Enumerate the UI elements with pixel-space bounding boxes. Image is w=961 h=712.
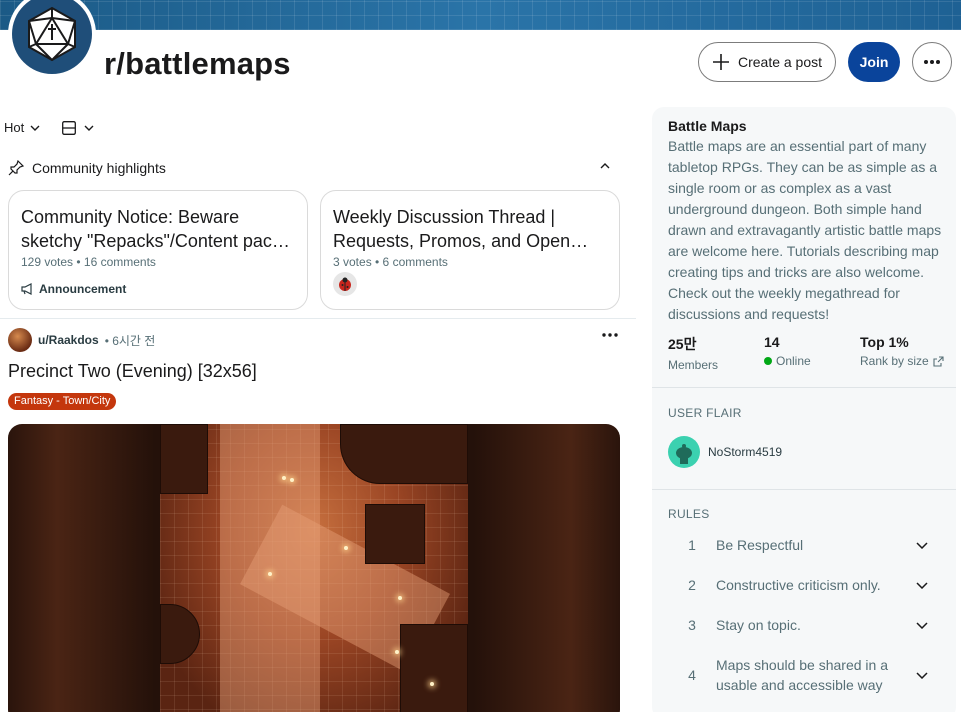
post-meta: u/Raakdos • 6시간 전 <box>8 328 155 352</box>
map-lamp <box>395 650 399 654</box>
subreddit-banner <box>0 0 961 30</box>
online-label: Online <box>776 354 811 368</box>
create-post-label: Create a post <box>737 54 823 70</box>
announcement-label: Announcement <box>39 282 127 296</box>
megaphone-icon <box>21 283 32 295</box>
sort-dropdown[interactable]: Hot <box>4 120 40 135</box>
highlight-title-line: Community Notice: Beware <box>21 207 240 227</box>
map-lamp <box>430 682 434 686</box>
post-title[interactable]: Precinct Two (Evening) [32x56] <box>8 361 257 382</box>
members-stat: 25만 Members <box>668 334 718 372</box>
chevron-down-icon <box>916 581 928 589</box>
rule-item[interactable]: 3 Stay on topic. <box>668 615 956 635</box>
map-lamp <box>290 478 294 482</box>
post-options-icon[interactable] <box>602 332 618 338</box>
map-building <box>160 604 200 664</box>
sidebar-divider <box>652 387 956 388</box>
rule-number: 1 <box>688 537 696 553</box>
highlight-title-line: sketchy "Repacks"/Content pac… <box>21 231 290 251</box>
user-flair-heading: USER FLAIR <box>668 406 742 420</box>
more-options-button[interactable] <box>912 42 952 82</box>
sort-label: Hot <box>4 120 25 135</box>
highlight-card-weekly-discussion[interactable]: Weekly Discussion Thread | Requests, Pro… <box>320 190 620 310</box>
rule-number: 3 <box>688 617 696 633</box>
d20-icon <box>12 0 92 74</box>
rules-heading: RULES <box>668 507 710 521</box>
community-name: Battle Maps <box>668 118 747 134</box>
post-flair[interactable]: Fantasy - Town/City <box>8 393 117 410</box>
rule-item[interactable]: 1 Be Respectful <box>668 535 956 555</box>
rank-stat[interactable]: Top 1% Rank by size <box>860 334 944 368</box>
chevron-down-icon <box>84 125 94 131</box>
feed-divider <box>0 318 636 319</box>
rule-text: Maps should be shared in a usable and ac… <box>716 657 888 693</box>
plus-icon <box>712 54 729 70</box>
pin-icon <box>8 160 24 176</box>
view-toggle[interactable] <box>62 121 94 135</box>
chevron-down-icon <box>916 621 928 629</box>
rule-text: Constructive criticism only. <box>716 577 881 593</box>
map-lamp <box>268 572 272 576</box>
ellipsis-icon <box>924 60 940 64</box>
card-view-icon <box>62 121 76 135</box>
post-image[interactable] <box>8 424 620 712</box>
community-description: Battle maps are an essential part of man… <box>668 138 942 322</box>
chevron-down-icon <box>30 125 40 131</box>
map-lamp <box>344 546 348 550</box>
highlight-title-line: Weekly Discussion Thread | <box>333 207 556 227</box>
snoo-icon <box>676 444 692 464</box>
post-author[interactable]: u/Raakdos <box>38 333 99 347</box>
map-building <box>400 624 468 712</box>
user-flair-avatar[interactable] <box>668 436 700 468</box>
rule-item[interactable]: 4 Maps should be shared in a usable and … <box>668 655 956 695</box>
rule-item[interactable]: 2 Constructive criticism only. <box>668 575 956 595</box>
rule-number: 2 <box>688 577 696 593</box>
rule-text: Be Respectful <box>716 537 804 553</box>
rank-label: Rank by size <box>860 354 929 368</box>
create-post-button[interactable]: Create a post <box>698 42 836 82</box>
members-label: Members <box>668 358 719 372</box>
map-building <box>340 424 468 484</box>
post-time: • 6시간 전 <box>104 333 156 348</box>
ladybug-avatar <box>333 272 357 296</box>
chevron-up-icon[interactable] <box>600 163 610 169</box>
user-flair-name[interactable]: NoStorm4519 <box>708 445 782 459</box>
highlight-meta: 129 votes • 16 comments <box>21 255 156 269</box>
community-highlights-header: Community highlights <box>8 160 166 176</box>
rank-value: Top 1% <box>860 334 909 350</box>
rule-number: 4 <box>688 667 696 683</box>
online-dot-icon <box>764 357 772 365</box>
chevron-down-icon <box>916 671 928 679</box>
map-lamp <box>398 596 402 600</box>
online-count: 14 <box>764 334 780 350</box>
external-link-icon <box>933 355 944 367</box>
highlights-heading: Community highlights <box>32 160 166 176</box>
highlight-title-line: Requests, Promos, and Open… <box>333 231 589 251</box>
map-building <box>365 504 425 564</box>
highlight-card-community-notice[interactable]: Community Notice: Beware sketchy "Repack… <box>8 190 308 310</box>
rule-text: Stay on topic. <box>716 617 801 633</box>
ladybug-icon <box>339 277 351 291</box>
battle-map-image <box>160 424 468 712</box>
online-stat: 14 Online <box>764 334 811 368</box>
subreddit-name: r/battlemaps <box>104 46 291 81</box>
subreddit-avatar[interactable] <box>8 0 96 78</box>
announcement-tag: Announcement <box>21 282 126 296</box>
user-avatar[interactable] <box>8 328 32 352</box>
map-lamp <box>282 476 286 480</box>
members-count: 25만 <box>668 336 697 352</box>
join-button[interactable]: Join <box>848 42 900 82</box>
chevron-down-icon <box>916 541 928 549</box>
sidebar: Battle Maps Battle maps are an essential… <box>652 107 956 712</box>
sidebar-divider <box>652 489 956 490</box>
map-building <box>160 424 208 494</box>
highlight-meta: 3 votes • 6 comments <box>333 255 448 269</box>
